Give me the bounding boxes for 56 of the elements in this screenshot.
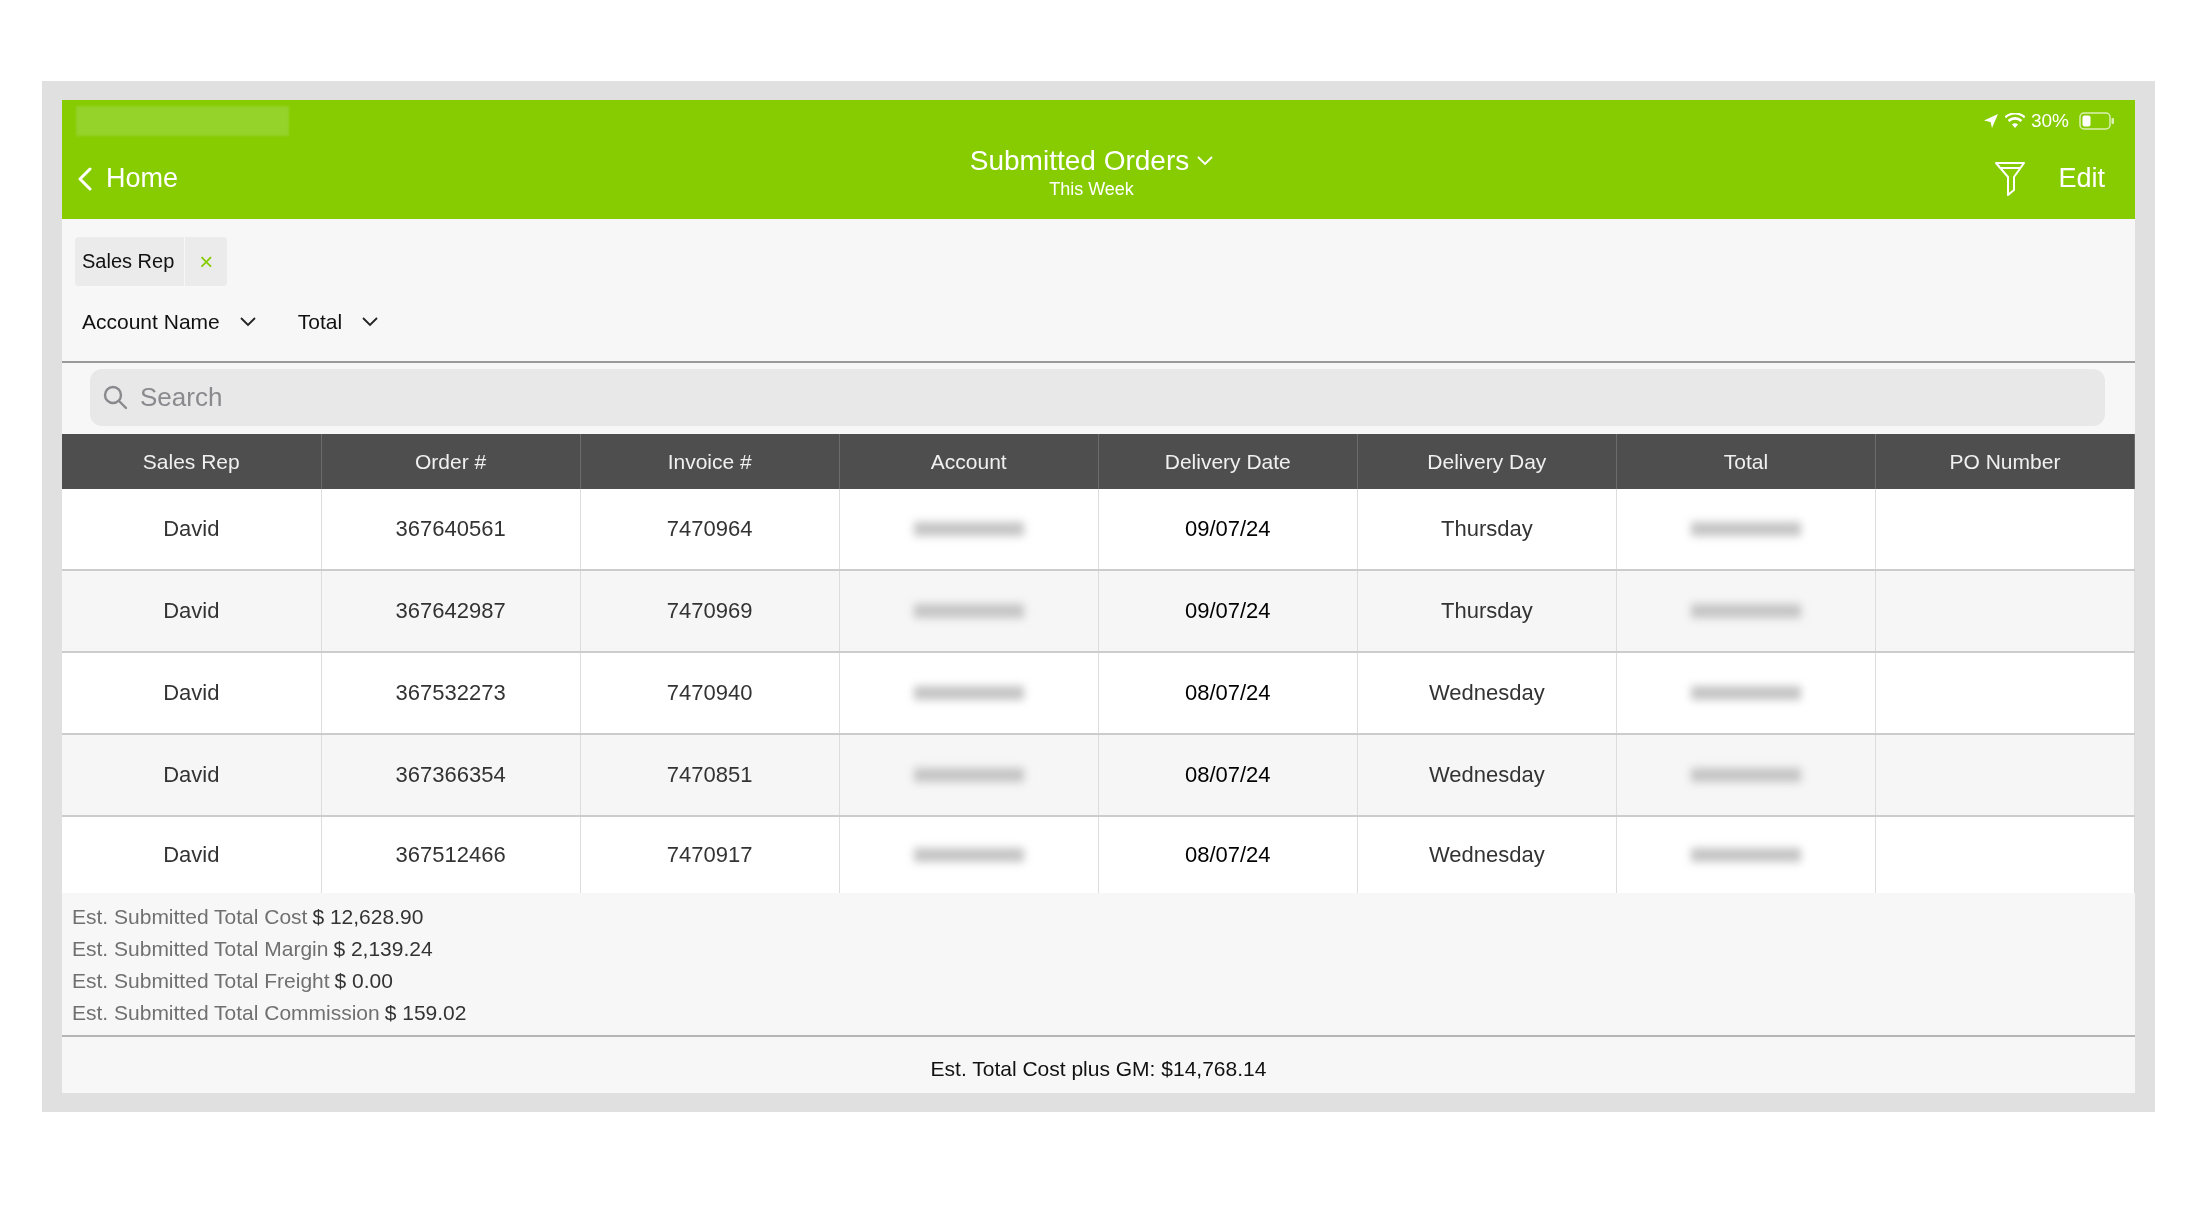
table-cell: 7470917	[666, 842, 753, 867]
chevron-down-icon	[362, 317, 379, 327]
column-header[interactable]: Order #	[321, 434, 581, 489]
table-cell: David	[163, 842, 220, 867]
column-header[interactable]: Sales Rep	[62, 434, 322, 489]
table-cell: 09/07/24	[1184, 516, 1271, 541]
summary-label: Est. Submitted Total Freight	[72, 969, 330, 993]
summary-value: $ 159.02	[384, 1001, 467, 1025]
table-cell: 367512466	[395, 842, 506, 867]
table-cell: David	[163, 680, 220, 705]
table-cell: 367640561	[395, 516, 506, 541]
table-cell: 7470851	[666, 762, 753, 787]
column-header[interactable]: Invoice #	[580, 434, 840, 489]
chevron-down-icon	[239, 317, 256, 327]
table-cell: 7470969	[666, 598, 753, 623]
table-cell: 08/07/24	[1184, 762, 1271, 787]
column-header[interactable]: Total	[1616, 434, 1876, 489]
table-cell: 7470940	[666, 680, 753, 705]
table-cell: 367642987	[395, 598, 506, 623]
summary-label: Est. Submitted Total Cost	[72, 905, 308, 929]
table-cell: David	[163, 598, 220, 623]
battery-percent: 30%	[2030, 110, 2069, 132]
table-cell: 7470964	[666, 516, 753, 541]
table-cell: Thursday	[1441, 598, 1533, 623]
search-icon	[102, 384, 128, 410]
column-header[interactable]: PO Number	[1875, 434, 2135, 489]
table-cell: David	[163, 762, 220, 787]
search-field[interactable]: Search	[90, 369, 2105, 426]
chevron-down-icon	[1197, 156, 1214, 166]
summary-value: $ 12,628.90	[312, 905, 424, 929]
table-cell: 08/07/24	[1184, 680, 1271, 705]
table-cell: Wednesday	[1428, 762, 1545, 787]
table-cell: 09/07/24	[1184, 598, 1271, 623]
table-cell: 367366354	[395, 762, 506, 787]
location-arrow-icon	[1982, 113, 1999, 129]
sort-dropdown[interactable]: Total	[297, 306, 379, 338]
table-cell: 08/07/24	[1184, 842, 1271, 867]
table-cell: Wednesday	[1428, 680, 1545, 705]
summary-label: Est. Submitted Total Margin	[72, 937, 329, 961]
summary-value: $ 2,139.24	[333, 937, 433, 961]
table-cell: Thursday	[1441, 516, 1533, 541]
column-header[interactable]: Delivery Day	[1357, 434, 1617, 489]
wifi-icon	[2004, 113, 2025, 129]
sort-dropdown[interactable]: Account Name	[82, 306, 256, 338]
chip-label: Sales Rep	[75, 237, 186, 286]
summary-value: $ 0.00	[334, 969, 393, 993]
table-cell: David	[163, 516, 220, 541]
total-summary: Est. Total Cost plus GM: $14,768.14	[930, 1057, 1267, 1081]
column-header[interactable]: Account	[839, 434, 1099, 489]
table-cell: Wednesday	[1428, 842, 1545, 867]
summary-label: Est. Submitted Total Commission	[72, 1001, 380, 1025]
column-header[interactable]: Delivery Date	[1098, 434, 1358, 489]
chevron-left-icon	[78, 166, 92, 191]
battery-icon	[2079, 112, 2115, 130]
nav-subtitle: This Week	[1049, 179, 1134, 200]
table-cell: 367532273	[395, 680, 506, 705]
